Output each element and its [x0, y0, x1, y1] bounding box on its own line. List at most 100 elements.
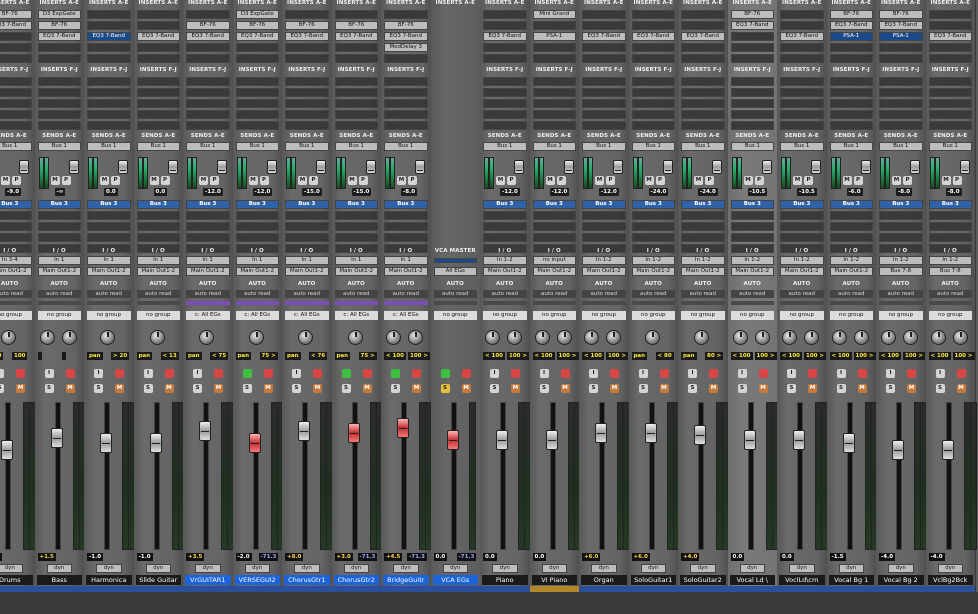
insert-slot[interactable]: [582, 21, 626, 30]
insert-slot[interactable]: [136, 99, 180, 108]
send-slot[interactable]: [87, 222, 131, 231]
record-enable-button[interactable]: [440, 369, 450, 378]
send-slot[interactable]: Bus 1: [532, 142, 576, 151]
pan-knob[interactable]: [694, 330, 709, 345]
insert-slot[interactable]: [136, 77, 180, 86]
output-selector[interactable]: Main Out1-2: [631, 267, 675, 276]
insert-slot[interactable]: [87, 88, 131, 97]
send-mute-button[interactable]: M: [595, 176, 604, 185]
send-slot[interactable]: [730, 233, 774, 242]
insert-slot[interactable]: EQ3 7-Band: [0, 21, 32, 30]
send-slot[interactable]: [285, 233, 329, 242]
insert-slot[interactable]: [928, 54, 972, 63]
insert-slot[interactable]: [879, 43, 923, 52]
insert-slot[interactable]: EQ3 7-Band: [186, 32, 230, 41]
insert-slot[interactable]: [780, 88, 824, 97]
insert-slot[interactable]: [532, 88, 576, 97]
bus-slot[interactable]: Bus 3: [384, 200, 428, 209]
volume-fader[interactable]: [941, 440, 954, 460]
group-selector[interactable]: no group: [483, 311, 527, 320]
send-slot[interactable]: Bus 1: [879, 142, 923, 151]
input-selector[interactable]: In 1-2: [928, 256, 972, 265]
insert-slot[interactable]: BF-76: [285, 21, 329, 30]
send-fader[interactable]: [415, 160, 425, 174]
insert-slot[interactable]: [136, 21, 180, 30]
group-selector[interactable]: no group: [87, 311, 131, 320]
send-slot[interactable]: Bus 1: [928, 142, 972, 151]
insert-slot[interactable]: [334, 121, 378, 130]
group-selector[interactable]: no group: [681, 311, 725, 320]
insert-slot[interactable]: BF-76: [0, 10, 32, 19]
send-fader[interactable]: [365, 160, 376, 174]
output-selector[interactable]: Main Out1-2: [136, 267, 180, 276]
record-enable-button[interactable]: [115, 369, 124, 378]
insert-slot[interactable]: [37, 77, 81, 86]
send-fader[interactable]: [316, 160, 326, 174]
send-mute-button[interactable]: M: [149, 176, 159, 185]
pan-knob-right[interactable]: [61, 330, 77, 345]
insert-slot[interactable]: EQ3 7-Band: [928, 32, 972, 41]
dyn-button[interactable]: dyn: [294, 564, 320, 573]
insert-slot[interactable]: [483, 121, 527, 130]
insert-slot[interactable]: [928, 88, 972, 97]
insert-slot[interactable]: EQ3 7-Band: [829, 21, 873, 30]
insert-slot[interactable]: [384, 110, 428, 119]
insert-slot[interactable]: [0, 88, 32, 97]
insert-slot[interactable]: [483, 43, 527, 52]
send-mute-button[interactable]: M: [347, 176, 357, 185]
volume-fader[interactable]: [50, 428, 63, 448]
input-selector[interactable]: In 1-2: [631, 256, 675, 265]
insert-slot[interactable]: [235, 99, 279, 108]
insert-slot[interactable]: [186, 110, 230, 119]
send-slot[interactable]: [334, 211, 378, 220]
insert-slot[interactable]: [285, 10, 329, 19]
send-slot[interactable]: [235, 233, 279, 242]
solo-button[interactable]: S: [292, 384, 301, 393]
send-slot[interactable]: [928, 222, 972, 231]
send-mute-button[interactable]: M: [644, 176, 654, 185]
vca-assign-selector[interactable]: All EGs: [433, 267, 477, 276]
solo-button[interactable]: S: [0, 384, 4, 393]
pan-knob[interactable]: [644, 330, 660, 345]
dyn-button[interactable]: dyn: [937, 564, 963, 573]
insert-slot[interactable]: [681, 10, 725, 19]
mute-button[interactable]: M: [560, 384, 570, 393]
pan-knob-left[interactable]: [386, 330, 401, 345]
solo-button[interactable]: S: [589, 384, 598, 393]
send-pre-button[interactable]: P: [903, 176, 912, 185]
insert-slot[interactable]: [483, 54, 527, 63]
insert-slot[interactable]: [334, 99, 378, 108]
output-selector[interactable]: Main Out1-2: [37, 267, 81, 276]
pan-knob[interactable]: [199, 330, 214, 345]
insert-slot[interactable]: EQ3 7-Band: [483, 32, 527, 41]
volume-fader[interactable]: [743, 430, 756, 450]
automation-mode-selector[interactable]: auto read: [730, 290, 774, 298]
dyn-button[interactable]: dyn: [442, 564, 468, 573]
send-mute-button[interactable]: M: [298, 176, 307, 185]
insert-slot[interactable]: [780, 77, 824, 86]
send-slot[interactable]: Bus 1: [0, 142, 32, 151]
insert-slot[interactable]: [87, 121, 131, 130]
input-monitor-button[interactable]: I: [94, 369, 103, 378]
dyn-button[interactable]: dyn: [591, 564, 617, 573]
group-selector[interactable]: no group: [582, 311, 626, 320]
insert-slot[interactable]: EQ3 7-Band: [780, 32, 824, 41]
bus-slot[interactable]: Bus 3: [780, 200, 824, 209]
insert-slot[interactable]: [730, 99, 774, 108]
send-mute-button[interactable]: M: [397, 176, 406, 185]
bus-slot[interactable]: Bus 3: [631, 200, 675, 209]
input-selector[interactable]: In 1: [186, 256, 230, 265]
automation-mode-selector[interactable]: auto read: [928, 290, 972, 298]
dyn-button[interactable]: dyn: [789, 564, 815, 573]
bus-slot[interactable]: Bus 3: [186, 200, 230, 209]
insert-slot[interactable]: [631, 88, 675, 97]
automation-mode-selector[interactable]: auto read: [186, 290, 230, 298]
bus-slot[interactable]: Bus 3: [681, 200, 725, 209]
group-selector[interactable]: no group: [730, 311, 774, 320]
input-selector[interactable]: In 1: [334, 256, 378, 265]
send-pre-button[interactable]: P: [259, 176, 269, 185]
automation-mode-selector[interactable]: auto read: [384, 290, 428, 298]
insert-slot[interactable]: EQ3 7-Band: [285, 32, 329, 41]
pan-knob-left[interactable]: [831, 330, 847, 345]
input-monitor-button[interactable]: I: [688, 369, 697, 378]
